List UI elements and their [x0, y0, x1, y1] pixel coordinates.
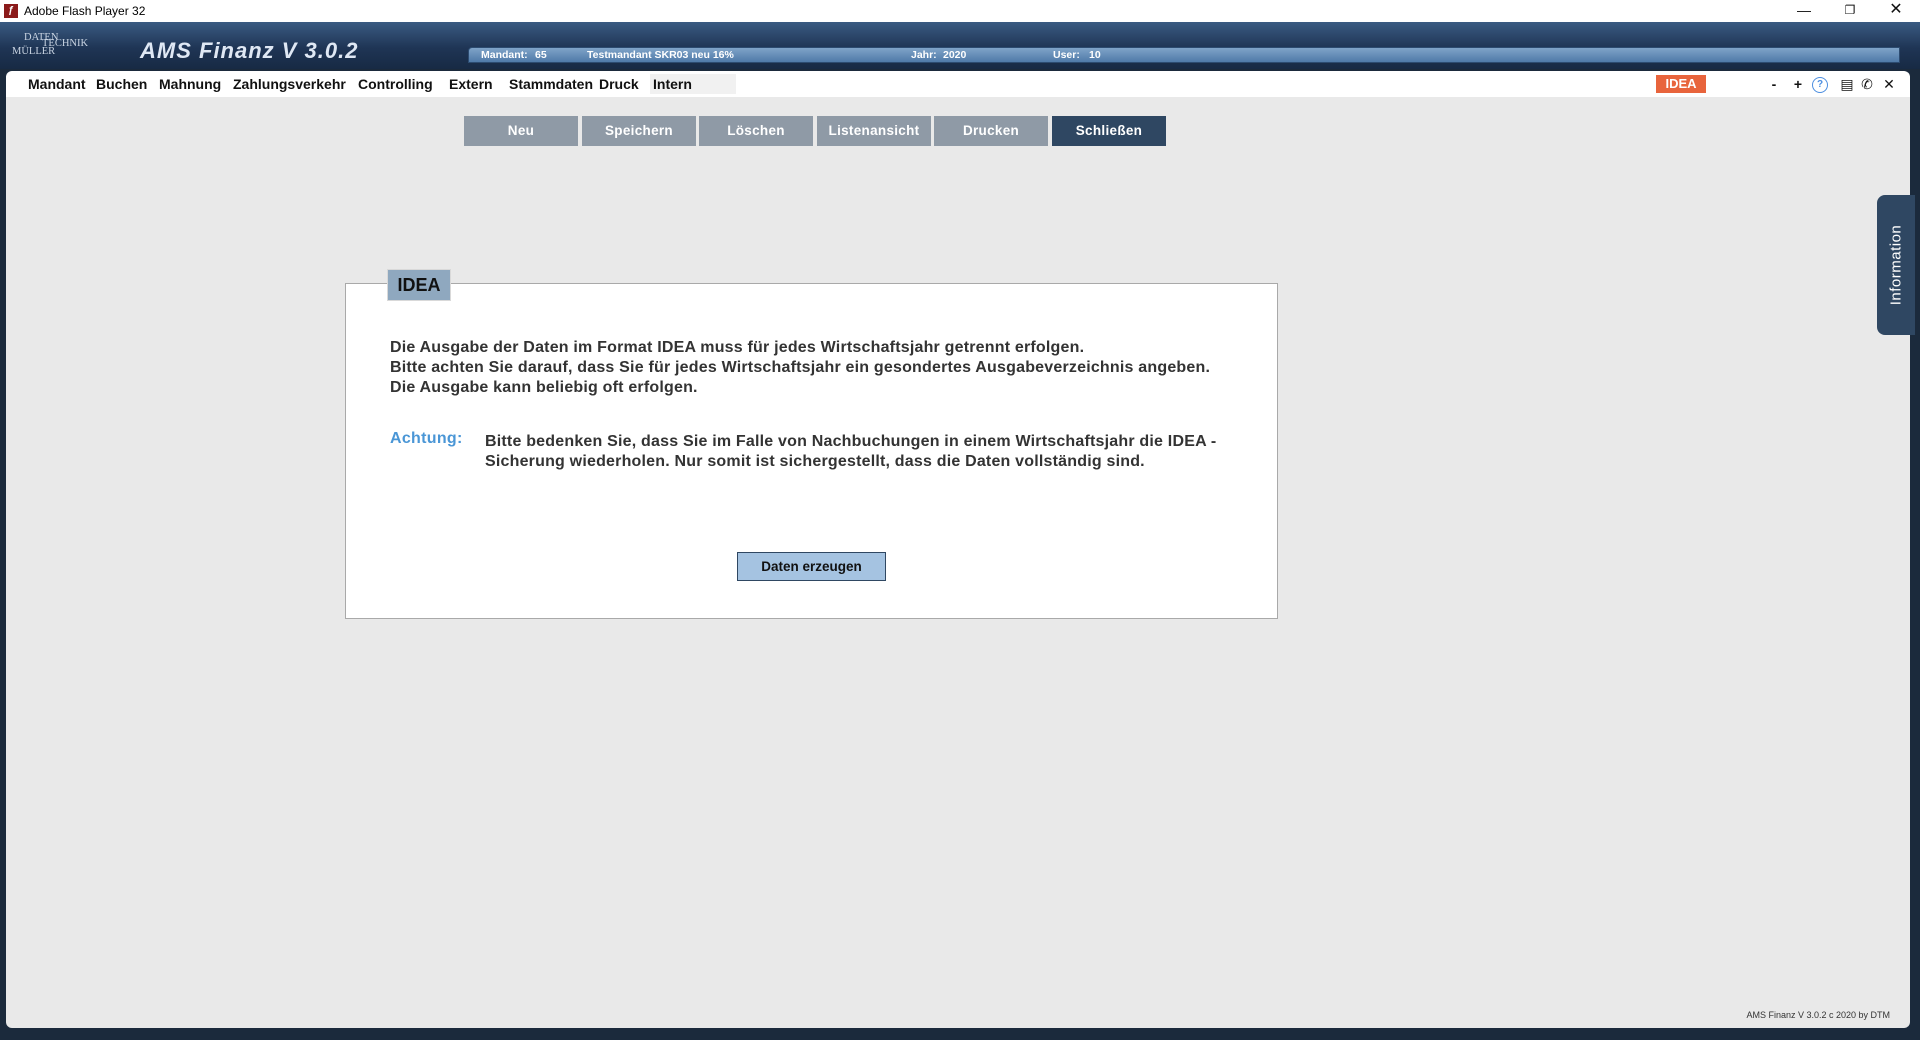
menu-extern[interactable]: Extern — [446, 74, 496, 94]
listenansicht-button[interactable]: Listenansicht — [817, 116, 931, 146]
panel-title: IDEA — [387, 269, 451, 301]
app-header: DATEN TECHNIK MÜLLER AMS Finanz V 3.0.2 … — [0, 22, 1920, 69]
maximize-button[interactable]: ❐ — [1827, 0, 1873, 22]
window-titlebar: ƒ Adobe Flash Player 32 — ❐ ✕ — [0, 0, 1920, 22]
status-bar: Mandant: 65 Testmandant SKR03 neu 16% Ja… — [468, 47, 1900, 63]
app-frame: DATEN TECHNIK MÜLLER AMS Finanz V 3.0.2 … — [0, 22, 1920, 1040]
menu-bar: Mandant Buchen Mahnung Zahlungsverkehr C… — [6, 71, 1910, 97]
drucken-button[interactable]: Drucken — [934, 116, 1048, 146]
minus-icon[interactable]: - — [1765, 74, 1783, 94]
speichern-button[interactable]: Speichern — [582, 116, 696, 146]
menu-mandant[interactable]: Mandant — [25, 74, 89, 94]
information-side-tab[interactable]: Information — [1877, 195, 1915, 335]
jahr-value: 2020 — [943, 49, 967, 61]
plus-icon[interactable]: + — [1789, 74, 1807, 94]
jahr-label: Jahr: — [911, 49, 937, 61]
info-text: Die Ausgabe der Daten im Format IDEA mus… — [390, 338, 1250, 398]
window-title: Adobe Flash Player 32 — [24, 4, 146, 18]
daten-erzeugen-button[interactable]: Daten erzeugen — [737, 552, 886, 581]
user-label: User: — [1053, 49, 1080, 61]
mandant-name: Testmandant SKR03 neu 16% — [587, 49, 734, 61]
minimize-button[interactable]: — — [1781, 0, 1827, 22]
help-icon[interactable]: ? — [1812, 77, 1828, 93]
mandant-label: Mandant: — [481, 49, 528, 61]
logo-text-2: TECHNIK — [42, 38, 89, 49]
phone-icon[interactable]: ✆ — [1858, 74, 1876, 94]
footer-copyright: AMS Finanz V 3.0.2 c 2020 by DTM — [1746, 1010, 1890, 1020]
mandant-value: 65 — [535, 49, 547, 61]
flash-icon: ƒ — [4, 4, 18, 18]
close-window-button[interactable]: ✕ — [1873, 0, 1919, 22]
loeschen-button[interactable]: Löschen — [699, 116, 813, 146]
close-icon[interactable]: ✕ — [1880, 74, 1898, 94]
info-line-2: Bitte achten Sie darauf, dass Sie für je… — [390, 359, 1211, 376]
company-logo: DATEN TECHNIK MÜLLER — [12, 32, 97, 64]
warning-label: Achtung: — [390, 430, 463, 447]
neu-button[interactable]: Neu — [464, 116, 578, 146]
menu-zahlungsverkehr[interactable]: Zahlungsverkehr — [230, 74, 349, 94]
module-badge: IDEA — [1656, 75, 1706, 93]
idea-panel: IDEA Die Ausgabe der Daten im Format IDE… — [345, 269, 1278, 619]
save-icon[interactable]: ▤ — [1838, 74, 1856, 94]
info-line-1: Die Ausgabe der Daten im Format IDEA mus… — [390, 339, 1085, 356]
content-area: Neu Speichern Löschen Listenansicht Druc… — [6, 97, 1915, 1028]
information-label: Information — [1887, 224, 1905, 306]
menu-druck[interactable]: Druck — [596, 74, 642, 94]
schliessen-button[interactable]: Schließen — [1052, 116, 1166, 146]
menu-mahnung[interactable]: Mahnung — [156, 74, 224, 94]
app-name: AMS Finanz V 3.0.2 — [140, 38, 359, 63]
warning-text: Bitte bedenken Sie, dass Sie im Falle vo… — [485, 433, 1217, 470]
info-line-3: Die Ausgabe kann beliebig oft erfolgen. — [390, 379, 698, 396]
menu-stammdaten[interactable]: Stammdaten — [506, 74, 596, 94]
user-value: 10 — [1089, 49, 1101, 61]
menu-intern[interactable]: Intern — [650, 74, 736, 94]
menu-buchen[interactable]: Buchen — [93, 74, 150, 94]
menu-controlling[interactable]: Controlling — [355, 74, 436, 94]
